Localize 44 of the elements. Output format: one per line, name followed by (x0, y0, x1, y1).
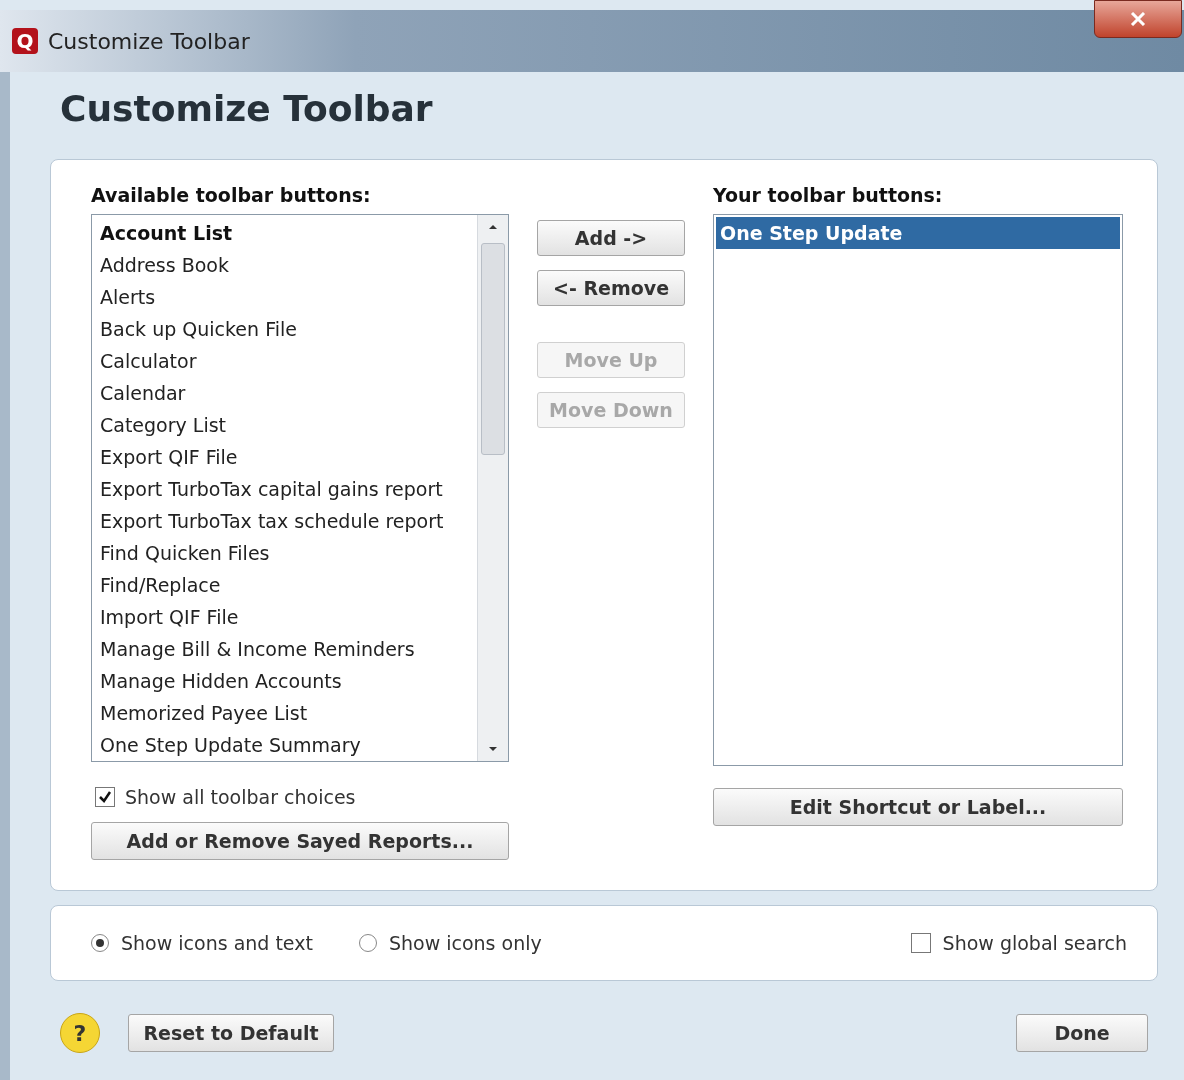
dialog-heading: Customize Toolbar (60, 88, 434, 129)
app-logo: Q (12, 28, 38, 54)
list-item[interactable]: Manage Bill & Income Reminders (96, 633, 473, 665)
list-item[interactable]: Export TurboTax tax schedule report (96, 505, 473, 537)
list-action-button[interactable]: Add -> (537, 220, 685, 256)
list-item[interactable]: Export TurboTax capital gains report (96, 473, 473, 505)
list-item[interactable]: Export QIF File (96, 441, 473, 473)
help-icon[interactable]: ? (60, 1013, 100, 1053)
list-item[interactable]: One Step Update (716, 217, 1120, 249)
list-item[interactable]: Calculator (96, 345, 473, 377)
list-item[interactable]: Import QIF File (96, 601, 473, 633)
radio-label: Show icons only (388, 932, 542, 954)
window-title: Customize Toolbar (48, 28, 250, 54)
list-item[interactable]: Alerts (96, 281, 473, 313)
scrollbar-thumb[interactable] (481, 243, 505, 455)
list-label: Available toolbar buttons: (91, 184, 372, 206)
list-item[interactable]: Memorized Payee List (96, 697, 473, 729)
list-item[interactable]: Find Quicken Files (96, 537, 473, 569)
saved-reports-button[interactable]: Add or Remove Sayed Reports... (91, 822, 509, 860)
list-item[interactable]: Back up Quicken File (96, 313, 473, 345)
radio-button[interactable] (358, 934, 377, 952)
list-item[interactable]: Manage Hidden Accounts (96, 665, 473, 697)
list-item[interactable]: Find/Replace (96, 569, 473, 601)
close-icon (1130, 12, 1146, 26)
checkbox-label: Show all toolbar choices (125, 786, 356, 808)
edit-shortcut-button[interactable]: Edit Shortcut or Label... (713, 788, 1123, 826)
checkbox[interactable] (95, 787, 115, 807)
close-button[interactable] (1094, 0, 1182, 38)
radio-label: Show icons and text (121, 932, 313, 954)
list-item[interactable]: Account List (96, 217, 473, 249)
list-item[interactable]: One Step Update Summary (96, 729, 473, 761)
scroll-down-icon[interactable] (488, 745, 498, 753)
list-item[interactable]: Calendar (96, 377, 473, 409)
list-item[interactable]: Category List (96, 409, 473, 441)
checkbox[interactable] (910, 933, 931, 953)
list-action-button[interactable]: <- Remove (537, 270, 685, 306)
radio-button[interactable] (91, 934, 109, 952)
reset-button[interactable]: Reset to Default (128, 1014, 334, 1052)
list-label: Your toolbar buttons: (713, 184, 944, 206)
checkbox-label: Show global search (942, 932, 1127, 954)
done-button[interactable]: Done (1016, 1014, 1148, 1052)
scrollbar[interactable] (477, 215, 508, 761)
scroll-up-icon[interactable] (488, 223, 498, 231)
list-item[interactable]: Address Book (96, 249, 473, 281)
